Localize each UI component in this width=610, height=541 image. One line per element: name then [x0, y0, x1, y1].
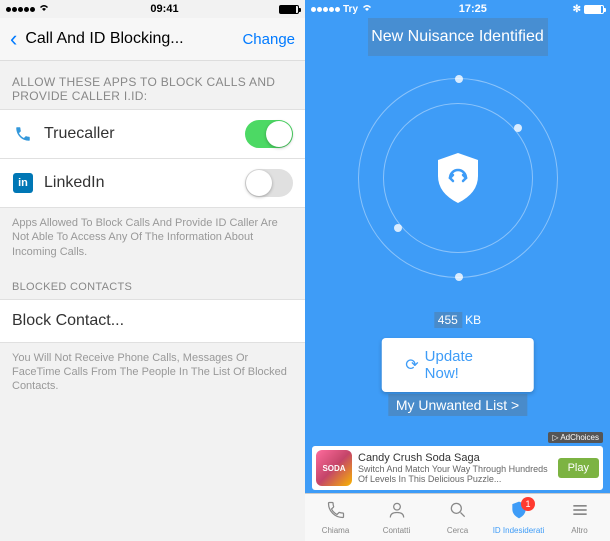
- block-contact-label: Block Contact...: [12, 312, 293, 330]
- phone-icon: [326, 500, 346, 525]
- ad-banner[interactable]: ▷ AdChoices SODA Candy Crush Soda Saga S…: [311, 445, 604, 491]
- app-row-truecaller[interactable]: Truecaller: [0, 109, 305, 159]
- tab-contatti[interactable]: Contatti: [366, 494, 427, 541]
- search-icon: [448, 500, 468, 525]
- menu-icon: [570, 500, 590, 525]
- battery-icon: [279, 5, 299, 14]
- toggle-linkedin[interactable]: [245, 169, 293, 197]
- app-label: LinkedIn: [44, 174, 245, 192]
- app-row-linkedin[interactable]: in LinkedIn: [0, 159, 305, 208]
- block-contact-row[interactable]: Block Contact...: [0, 299, 305, 343]
- tab-cerca[interactable]: Cerca: [427, 494, 488, 541]
- status-time: 17:25: [459, 3, 487, 15]
- tab-altro[interactable]: Altro: [549, 494, 610, 541]
- ad-app-icon: SODA: [316, 450, 352, 486]
- footer-text-blocked: You Will Not Receive Phone Calls, Messag…: [0, 343, 305, 402]
- ad-text: Candy Crush Soda Saga Switch And Match Y…: [358, 452, 552, 484]
- tab-indesiderati[interactable]: 1 ID Indesiderati: [488, 494, 549, 541]
- section-header-allow: ALLOW THESE APPS TO BLOCK CALLS AND PROV…: [0, 61, 305, 109]
- tab-chiama[interactable]: Chiama: [305, 494, 366, 541]
- toggle-truecaller[interactable]: [245, 120, 293, 148]
- ad-play-button[interactable]: Play: [558, 458, 599, 478]
- status-bar-right: Try 17:25 ✻: [305, 0, 610, 18]
- shield-orbit-graphic: [358, 78, 558, 278]
- section-header-blocked: BLOCKED CONTACTS: [0, 267, 305, 299]
- carrier-label: Try: [343, 4, 358, 15]
- signal-icon: [311, 7, 340, 12]
- linkedin-icon: in: [12, 172, 34, 194]
- shield-icon: [428, 148, 488, 208]
- header-title: New Nuisance Identified: [368, 18, 548, 56]
- update-now-button[interactable]: ⟳ Update Now!: [381, 338, 534, 392]
- bluetooth-icon: ✻: [573, 4, 581, 15]
- refresh-icon: ⟳: [405, 355, 418, 375]
- status-bar-left: 09:41: [0, 0, 305, 18]
- kb-size: 455 KB: [434, 313, 481, 327]
- nav-title: Call And ID Blocking...: [25, 30, 242, 48]
- phone-icon: [12, 123, 34, 145]
- footer-text-apps: Apps Allowed To Block Calls And Provide …: [0, 208, 305, 267]
- nav-header: ‹ Call And ID Blocking... Change: [0, 18, 305, 61]
- wifi-icon: [38, 3, 50, 16]
- nav-change-button[interactable]: Change: [242, 31, 295, 48]
- signal-icon: [6, 7, 35, 12]
- battery-icon: [584, 5, 604, 14]
- back-chevron-icon[interactable]: ‹: [10, 26, 17, 52]
- badge: 1: [521, 497, 535, 511]
- tab-bar: Chiama Contatti Cerca 1 ID Indesiderati: [305, 493, 610, 541]
- person-icon: [387, 500, 407, 525]
- app-label: Truecaller: [44, 125, 245, 143]
- adchoices-label[interactable]: ▷ AdChoices: [548, 432, 603, 443]
- wifi-icon: [361, 3, 373, 16]
- status-time: 09:41: [150, 3, 178, 15]
- unwanted-list-link[interactable]: My Unwanted List >: [388, 394, 527, 416]
